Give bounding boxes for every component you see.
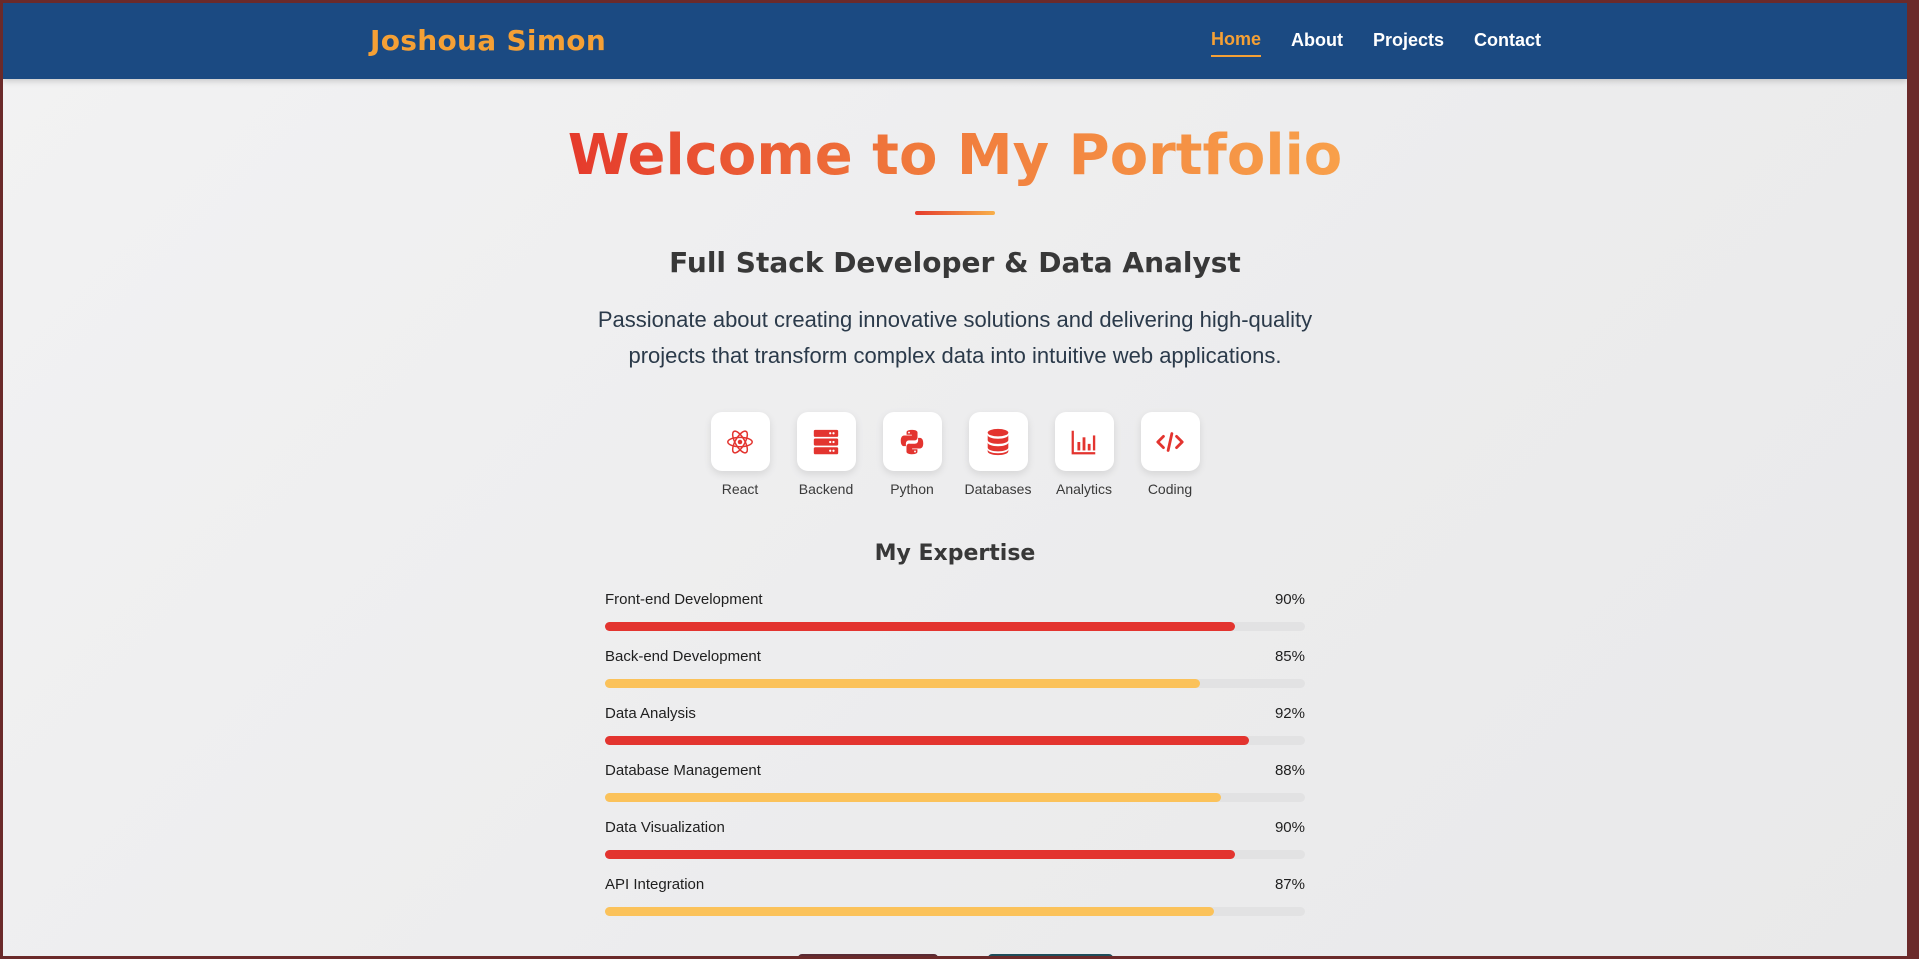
hero-title: Welcome to My Portfolio bbox=[3, 121, 1907, 191]
skill-bar-row: Database Management 88% bbox=[605, 762, 1305, 819]
progress-track bbox=[605, 736, 1305, 745]
skill-python: Python bbox=[869, 412, 955, 497]
hero-tagline: Passionate about creating innovative sol… bbox=[597, 307, 1313, 368]
skill-bar-row: Back-end Development 85% bbox=[605, 648, 1305, 705]
skill-bar-percent: 88% bbox=[1274, 762, 1305, 779]
skill-bar-percent: 90% bbox=[1274, 819, 1305, 836]
skill-backend: Backend bbox=[783, 412, 869, 497]
nav-about-link[interactable]: About bbox=[1291, 26, 1343, 56]
skill-databases: Databases bbox=[955, 412, 1041, 497]
progress-fill bbox=[605, 793, 1221, 802]
skill-bar-name: Data Visualization bbox=[605, 819, 725, 836]
expertise-bars: Front-end Development 90% Back-end Develo… bbox=[605, 591, 1305, 933]
skill-label: Python bbox=[890, 481, 934, 497]
cta-button-peek[interactable] bbox=[988, 954, 1113, 956]
progress-fill bbox=[605, 679, 1200, 688]
skill-bar-name: API Integration bbox=[605, 876, 705, 893]
skill-bar-percent: 92% bbox=[1274, 705, 1305, 722]
progress-track bbox=[605, 622, 1305, 631]
title-underline bbox=[915, 211, 995, 215]
skill-bar-percent: 87% bbox=[1274, 876, 1305, 893]
skill-bar-row: Data Analysis 92% bbox=[605, 705, 1305, 762]
skill-bar-name: Front-end Development bbox=[605, 591, 763, 608]
chart-icon[interactable] bbox=[1054, 412, 1114, 471]
cta-button-peek[interactable] bbox=[798, 954, 938, 956]
skill-label: Backend bbox=[798, 481, 854, 497]
site-brand[interactable]: Joshoua Simon bbox=[370, 24, 606, 57]
progress-fill bbox=[605, 622, 1235, 631]
code-icon[interactable] bbox=[1140, 412, 1200, 471]
skill-bar-name: Back-end Development bbox=[605, 648, 761, 665]
nav-home-link[interactable]: Home bbox=[1210, 25, 1261, 57]
nav-projects-link[interactable]: Projects bbox=[1373, 26, 1444, 56]
skill-label: React bbox=[721, 481, 759, 497]
hero-subtitle: Full Stack Developer & Data Analyst bbox=[669, 246, 1241, 279]
main-nav: Home About Projects Contact bbox=[1210, 3, 1541, 79]
skill-bar-percent: 85% bbox=[1274, 648, 1305, 665]
python-icon[interactable] bbox=[882, 412, 942, 471]
progress-fill bbox=[605, 736, 1249, 745]
skill-react: React bbox=[697, 412, 783, 497]
skill-coding: Coding bbox=[1127, 412, 1213, 497]
skill-analytics: Analytics bbox=[1041, 412, 1127, 497]
navbar: Joshoua Simon Home About Projects Contac… bbox=[3, 3, 1907, 79]
skill-icons: React Backend Python Databases Analytics… bbox=[3, 412, 1907, 497]
progress-track bbox=[605, 793, 1305, 802]
nav-contact-link[interactable]: Contact bbox=[1474, 26, 1541, 56]
skill-bar-name: Data Analysis bbox=[605, 705, 696, 722]
skill-bar-percent: 90% bbox=[1274, 591, 1305, 608]
expertise-title: My Expertise bbox=[874, 541, 1036, 566]
hero-title-text: Welcome to My Portfolio bbox=[567, 123, 1343, 188]
skill-bar-name: Database Management bbox=[605, 762, 761, 779]
server-icon[interactable] bbox=[796, 412, 856, 471]
progress-track bbox=[605, 679, 1305, 688]
skill-label: Coding bbox=[1147, 481, 1193, 497]
skill-bar-row: API Integration 87% bbox=[605, 876, 1305, 933]
browser-viewport: Joshoua Simon Home About Projects Contac… bbox=[3, 3, 1907, 956]
progress-track bbox=[605, 907, 1305, 916]
skill-bar-row: Data Visualization 90% bbox=[605, 819, 1305, 876]
progress-fill bbox=[605, 850, 1235, 859]
database-icon[interactable] bbox=[968, 412, 1028, 471]
progress-track bbox=[605, 850, 1305, 859]
skill-label: Analytics bbox=[1055, 481, 1113, 497]
react-icon[interactable] bbox=[710, 412, 770, 471]
skill-bar-row: Front-end Development 90% bbox=[605, 591, 1305, 648]
progress-fill bbox=[605, 907, 1214, 916]
skill-label: Databases bbox=[964, 481, 1032, 497]
